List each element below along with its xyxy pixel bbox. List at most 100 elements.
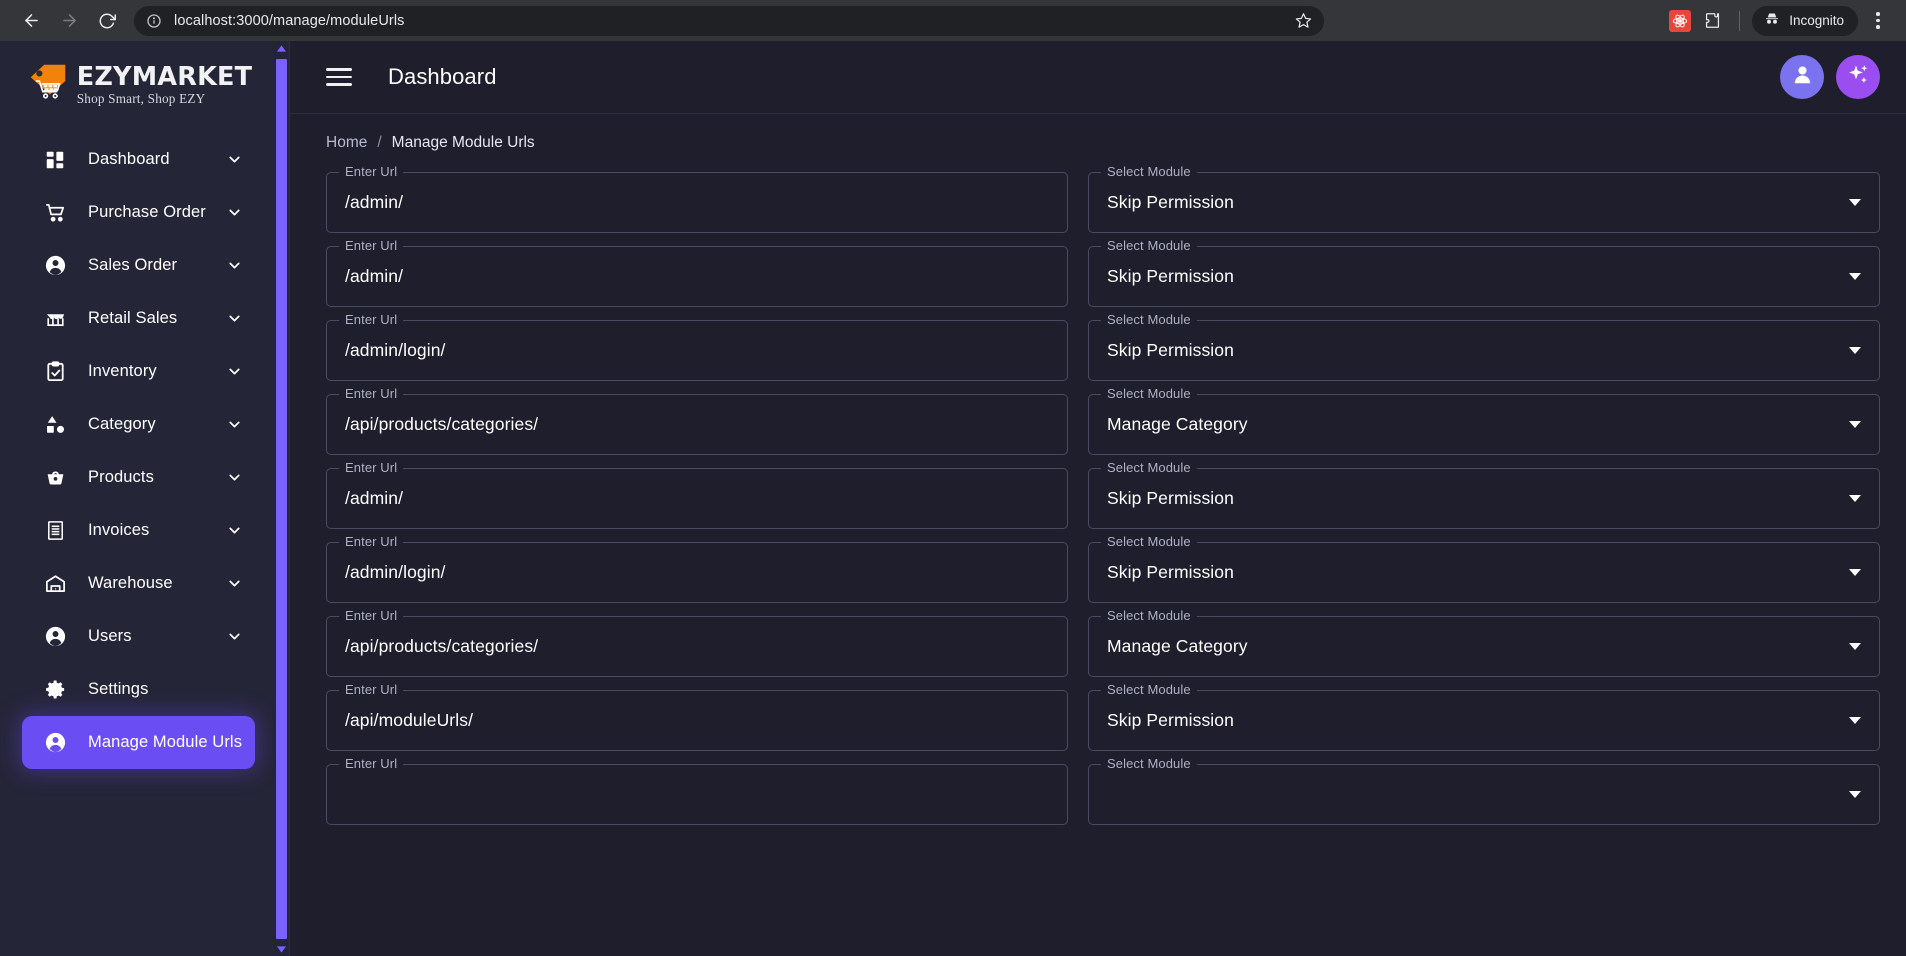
- caret-down-icon[interactable]: [1839, 421, 1861, 428]
- chevron-down-icon[interactable]: [226, 469, 243, 486]
- enter-url-field[interactable]: Enter Url /admin/login/: [326, 535, 1068, 603]
- caret-down-icon[interactable]: [1839, 569, 1861, 576]
- breadcrumb: Home / Manage Module Urls: [326, 114, 1880, 172]
- select-module-field[interactable]: Select Module Skip Permission: [1088, 313, 1880, 381]
- chevron-down-icon[interactable]: [226, 416, 243, 433]
- brand-logo[interactable]: EZYMARKET Shop Smart, Shop EZY: [0, 41, 267, 129]
- storefront-icon: [44, 307, 74, 330]
- select-module-field[interactable]: Select Module: [1088, 757, 1880, 825]
- sidebar-item-retail-sales[interactable]: Retail Sales: [22, 292, 255, 345]
- hamburger-menu-icon[interactable]: [326, 68, 352, 86]
- sidebar-item-manage-module-urls[interactable]: Manage Module Urls: [22, 716, 255, 769]
- caret-down-icon[interactable]: [1839, 199, 1861, 206]
- chevron-down-icon[interactable]: [226, 204, 243, 221]
- browser-menu-icon[interactable]: [1864, 12, 1892, 29]
- select-module-value: Manage Category: [1107, 636, 1248, 656]
- module-url-row: Enter Url /api/products/categories/ Sele…: [326, 609, 1880, 690]
- module-url-row: Enter Url Select Module: [326, 757, 1880, 838]
- select-module-label: Select Module: [1101, 461, 1197, 474]
- user-avatar-button[interactable]: [1780, 55, 1824, 99]
- chevron-down-icon[interactable]: [226, 310, 243, 327]
- module-url-row: Enter Url /api/products/categories/ Sele…: [326, 387, 1880, 468]
- enter-url-field[interactable]: Enter Url /api/moduleUrls/: [326, 683, 1068, 751]
- basket-icon: [44, 466, 74, 489]
- sidebar-item-warehouse[interactable]: Warehouse: [22, 557, 255, 610]
- breadcrumb-home-link[interactable]: Home: [326, 134, 367, 152]
- puzzle-piece-icon[interactable]: [1697, 11, 1727, 30]
- sidebar-item-label: Dashboard: [88, 150, 170, 168]
- caret-down-icon[interactable]: [1839, 791, 1861, 798]
- chevron-down-icon[interactable]: [226, 628, 243, 645]
- enter-url-field[interactable]: Enter Url /admin/: [326, 239, 1068, 307]
- enter-url-field[interactable]: Enter Url /admin/login/: [326, 313, 1068, 381]
- ai-assistant-button[interactable]: [1836, 55, 1880, 99]
- enter-url-field[interactable]: Enter Url /admin/: [326, 165, 1068, 233]
- scrollbar-thumb[interactable]: [275, 59, 287, 939]
- enter-url-field[interactable]: Enter Url /api/products/categories/: [326, 387, 1068, 455]
- select-module-field[interactable]: Select Module Skip Permission: [1088, 239, 1880, 307]
- enter-url-field[interactable]: Enter Url /admin/: [326, 461, 1068, 529]
- chevron-down-icon[interactable]: [226, 575, 243, 592]
- sidebar-nav: Dashboard Purchase Order Sales Order Ret…: [0, 129, 267, 769]
- warehouse-icon: [44, 572, 74, 595]
- select-module-value: Skip Permission: [1107, 710, 1234, 730]
- gear-icon: [44, 678, 74, 701]
- sidebar-item-category[interactable]: Category: [22, 398, 255, 451]
- breadcrumb-current: Manage Module Urls: [391, 134, 535, 151]
- chevron-down-icon[interactable]: [226, 257, 243, 274]
- scrollbar-track[interactable]: [273, 55, 289, 942]
- sidebar-item-users[interactable]: Users: [22, 610, 255, 663]
- address-bar[interactable]: localhost:3000/manage/moduleUrls: [134, 5, 1324, 36]
- select-module-field[interactable]: Select Module Skip Permission: [1088, 461, 1880, 529]
- select-module-field[interactable]: Select Module Skip Permission: [1088, 165, 1880, 233]
- incognito-hat-icon: [1763, 10, 1781, 31]
- select-module-field[interactable]: Select Module Manage Category: [1088, 387, 1880, 455]
- sidebar-item-settings[interactable]: Settings: [22, 663, 255, 716]
- caret-down-icon[interactable]: [1839, 643, 1861, 650]
- caret-down-icon[interactable]: [1839, 273, 1861, 280]
- browser-toolbar: localhost:3000/manage/moduleUrls Incogni…: [0, 0, 1906, 41]
- browser-back-button[interactable]: [14, 4, 48, 38]
- chevron-down-icon[interactable]: [226, 522, 243, 539]
- sidebar-item-label: Retail Sales: [88, 309, 178, 327]
- sparkles-icon: [1846, 62, 1871, 92]
- chevron-down-icon[interactable]: [226, 363, 243, 380]
- select-module-value: Skip Permission: [1107, 340, 1234, 360]
- star-icon[interactable]: [1295, 12, 1312, 29]
- page-title: Dashboard: [388, 64, 497, 89]
- sidebar-scrollbar[interactable]: [273, 41, 289, 956]
- enter-url-label: Enter Url: [339, 683, 404, 696]
- sidebar-item-purchase-order[interactable]: Purchase Order: [22, 186, 255, 239]
- sidebar-item-dashboard[interactable]: Dashboard: [22, 133, 255, 186]
- react-devtools-extension-icon[interactable]: [1669, 9, 1692, 32]
- caret-down-icon[interactable]: [1839, 495, 1861, 502]
- scroll-down-arrow-icon[interactable]: [276, 942, 286, 956]
- chevron-down-icon[interactable]: [226, 151, 243, 168]
- user-circle-icon: [44, 254, 74, 277]
- scroll-up-arrow-icon[interactable]: [276, 41, 286, 55]
- sidebar-item-products[interactable]: Products: [22, 451, 255, 504]
- sidebar-item-invoices[interactable]: Invoices: [22, 504, 255, 557]
- caret-down-icon[interactable]: [1839, 347, 1861, 354]
- sidebar-item-sales-order[interactable]: Sales Order: [22, 239, 255, 292]
- select-module-field[interactable]: Select Module Skip Permission: [1088, 535, 1880, 603]
- enter-url-label: Enter Url: [339, 757, 404, 770]
- select-module-field[interactable]: Select Module Manage Category: [1088, 609, 1880, 677]
- browser-reload-button[interactable]: [90, 4, 124, 38]
- sidebar-item-label: Category: [88, 415, 156, 433]
- enter-url-field[interactable]: Enter Url /api/products/categories/: [326, 609, 1068, 677]
- app-root: EZYMARKET Shop Smart, Shop EZY Dashboard: [0, 41, 1906, 956]
- receipt-icon: [44, 519, 74, 542]
- site-info-icon[interactable]: [146, 13, 162, 29]
- browser-forward-button[interactable]: [52, 4, 86, 38]
- caret-down-icon[interactable]: [1839, 717, 1861, 724]
- browser-actions: Incognito: [1669, 5, 1892, 36]
- enter-url-label: Enter Url: [339, 239, 404, 252]
- brand-tagline: Shop Smart, Shop EZY: [76, 91, 206, 107]
- shopping-cart-icon: [44, 201, 74, 224]
- sidebar-item-inventory[interactable]: Inventory: [22, 345, 255, 398]
- user-circle-icon: [44, 731, 74, 754]
- incognito-indicator[interactable]: Incognito: [1752, 5, 1858, 36]
- enter-url-field[interactable]: Enter Url: [326, 757, 1068, 825]
- select-module-field[interactable]: Select Module Skip Permission: [1088, 683, 1880, 751]
